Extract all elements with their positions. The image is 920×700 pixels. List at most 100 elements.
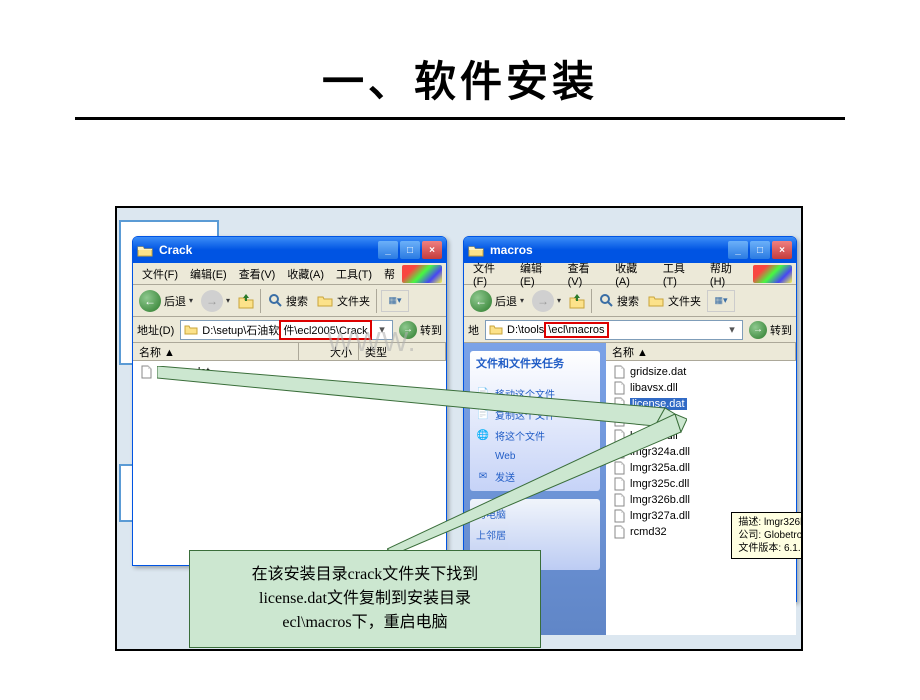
file-name: license.dat xyxy=(157,366,210,378)
web-icon xyxy=(476,449,490,463)
file-name: gridsize.dat xyxy=(630,366,686,378)
list-item[interactable]: license.dat xyxy=(612,396,790,412)
list-item[interactable]: lmgr325a.dll xyxy=(612,460,790,476)
task-item[interactable]: 的电脑 xyxy=(476,503,594,524)
file-name: rcmd32 xyxy=(630,526,667,538)
list-item[interactable]: lmgr324a.dll xyxy=(612,444,790,460)
menu-tools[interactable]: 工具(T) xyxy=(331,264,377,284)
minimize-icon[interactable]: _ xyxy=(378,241,398,259)
menu-help[interactable]: 帮 xyxy=(379,264,400,284)
column-headers: 名称 ▲ 大小 类型 xyxy=(133,343,446,361)
maximize-icon[interactable]: □ xyxy=(750,241,770,259)
callout-annotation: 在该安装目录crack文件夹下找到 license.dat文件复制到安装目录 e… xyxy=(189,550,541,648)
chevron-down-icon[interactable]: ▾ xyxy=(375,323,389,336)
menu-favorites[interactable]: 收藏(A) xyxy=(282,264,329,284)
menu-view[interactable]: 查看(V) xyxy=(563,258,609,290)
close-icon[interactable]: × xyxy=(422,241,442,259)
menu-help[interactable]: 帮助(H) xyxy=(705,258,751,290)
task-item-send[interactable]: ✉发送 xyxy=(476,466,594,487)
go-button[interactable]: →转到 xyxy=(399,321,442,339)
list-item[interactable]: lmgr325c.dll xyxy=(612,476,790,492)
menu-file[interactable]: 文件(F) xyxy=(468,258,513,290)
list-item[interactable]: lmgr8b.dll xyxy=(612,428,790,444)
menubar: 文件(F) 编辑(E) 查看(V) 收藏(A) 工具(T) 帮 xyxy=(133,263,446,285)
minimize-icon[interactable]: _ xyxy=(728,241,748,259)
maximize-icon[interactable]: □ xyxy=(400,241,420,259)
file-name: lmgr326b.dll xyxy=(630,494,690,506)
task-item-copy[interactable]: 📄复制这个文件 xyxy=(476,404,594,425)
titlebar[interactable]: Crack _ □ × xyxy=(133,237,446,263)
views-icon[interactable]: ▦▾ xyxy=(707,290,735,312)
search-button[interactable]: 搜索 xyxy=(265,291,310,311)
file-icon xyxy=(139,365,153,379)
up-folder-icon[interactable] xyxy=(567,291,587,311)
go-icon: → xyxy=(749,321,767,339)
go-button[interactable]: →转到 xyxy=(749,321,792,339)
back-button[interactable]: ←后退 ▾ xyxy=(137,288,195,314)
menu-edit[interactable]: 编辑(E) xyxy=(515,258,561,290)
close-icon[interactable]: × xyxy=(772,241,792,259)
menu-edit[interactable]: 编辑(E) xyxy=(185,264,232,284)
task-item-move[interactable]: 📄 移动这个文件 xyxy=(476,383,594,404)
file-icon xyxy=(612,429,626,443)
column-name[interactable]: 名称 ▲ xyxy=(606,343,796,360)
task-label: Web xyxy=(495,451,515,462)
chevron-down-icon: ▾ xyxy=(557,296,561,305)
forward-button[interactable]: → ▾ xyxy=(199,288,232,314)
file-name: license.dat xyxy=(630,398,687,410)
addressbar: 地址(D) D:\setup\石油软件\ecl2005\Crack ▾ →转到 xyxy=(133,317,446,343)
up-folder-icon[interactable] xyxy=(236,291,256,311)
chevron-down-icon: ▾ xyxy=(189,296,193,305)
task-item-web[interactable]: Web xyxy=(476,446,594,466)
forward-button[interactable]: → ▾ xyxy=(530,288,563,314)
file-icon xyxy=(612,525,626,539)
list-item[interactable]: license.dat xyxy=(139,364,440,380)
file-name: libavsx.dll xyxy=(630,382,678,394)
list-item[interactable]: gridsize.dat xyxy=(612,364,790,380)
back-button[interactable]: ←后退 ▾ xyxy=(468,288,526,314)
task-group-header[interactable]: 文件和文件夹任务 xyxy=(476,355,594,371)
move-icon: 📄 xyxy=(476,387,490,401)
chevron-down-icon: ▾ xyxy=(520,296,524,305)
menu-file[interactable]: 文件(F) xyxy=(137,264,183,284)
task-item-publish[interactable]: 🌐将这个文件 xyxy=(476,425,594,446)
tooltip-line: 公司: Globetrotter Software xyxy=(738,529,803,542)
toolbar: ←后退 ▾ → ▾ 搜索 文件夹 ▦▾ xyxy=(464,285,796,317)
views-icon[interactable]: ▦▾ xyxy=(381,290,409,312)
callout-line: 在该安装目录crack文件夹下找到 xyxy=(252,563,479,587)
column-name[interactable]: 名称 ▲ xyxy=(133,343,299,360)
task-label: 的电脑 xyxy=(476,506,506,521)
chevron-down-icon[interactable]: ▾ xyxy=(725,323,739,336)
address-highlight: 件\ecl2005\Crack xyxy=(279,320,371,340)
list-item[interactable]: lmgr326b.dll xyxy=(612,492,790,508)
menu-view[interactable]: 查看(V) xyxy=(234,264,281,284)
files-pane: 名称 ▲ gridsize.dat libavsx.dll license.dat l… xyxy=(606,343,796,635)
toolbar: ←后退 ▾ → ▾ 搜索 文件夹 ▦▾ xyxy=(133,285,446,317)
search-button[interactable]: 搜索 xyxy=(596,291,641,311)
file-icon xyxy=(612,477,626,491)
menu-tools[interactable]: 工具(T) xyxy=(658,258,703,290)
web-icon: 🌐 xyxy=(476,429,490,443)
task-item[interactable]: 上邻居 xyxy=(476,524,594,545)
list-item[interactable]: lmgr8a.dll xyxy=(612,412,790,428)
forward-icon: → xyxy=(532,290,554,312)
address-field[interactable]: D:\setup\石油软件\ecl2005\Crack ▾ xyxy=(180,320,393,340)
separator xyxy=(376,289,377,313)
address-field[interactable]: D:\tools\ecl\macros ▾ xyxy=(485,320,743,340)
task-label: 移动这个文件 xyxy=(495,386,555,401)
file-icon xyxy=(612,365,626,379)
menubar: 文件(F) 编辑(E) 查看(V) 收藏(A) 工具(T) 帮助(H) xyxy=(464,263,796,285)
window-buttons: _ □ × xyxy=(728,241,792,259)
file-name: lmgr327a.dll xyxy=(630,510,690,522)
back-label: 后退 xyxy=(164,293,186,309)
page-title: 一、软件安装 xyxy=(0,48,920,109)
folder-icon xyxy=(316,293,334,308)
folder-icon xyxy=(184,324,198,336)
folders-button[interactable]: 文件夹 xyxy=(314,291,372,311)
column-size[interactable]: 大小 xyxy=(299,343,359,360)
list-item[interactable]: libavsx.dll xyxy=(612,380,790,396)
column-type[interactable]: 类型 xyxy=(359,343,446,360)
folders-button[interactable]: 文件夹 xyxy=(645,291,703,311)
task-label: 上邻居 xyxy=(476,527,506,542)
menu-favorites[interactable]: 收藏(A) xyxy=(610,258,656,290)
